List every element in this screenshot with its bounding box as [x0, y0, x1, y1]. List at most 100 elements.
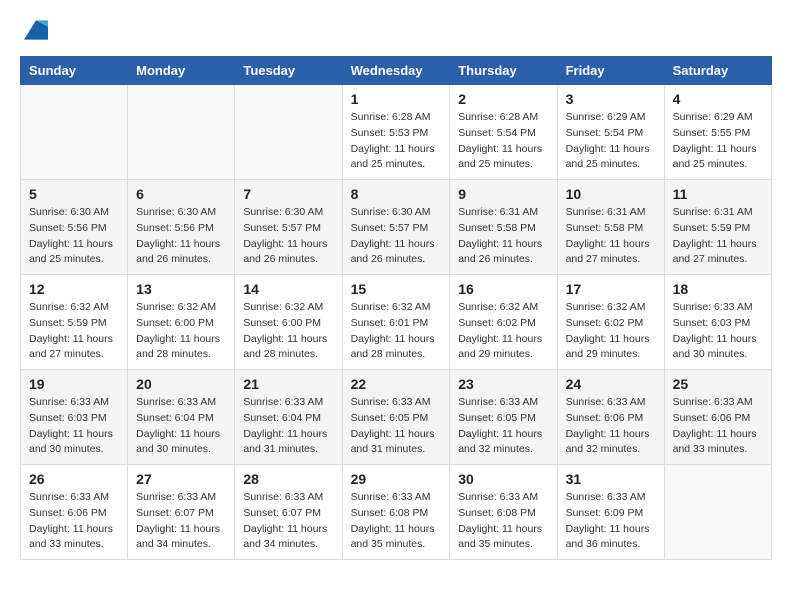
day-info: Sunrise: 6:33 AMSunset: 6:08 PMDaylight:…: [458, 490, 548, 553]
calendar-cell: 20 Sunrise: 6:33 AMSunset: 6:04 PMDayligh…: [128, 370, 235, 465]
day-info: Sunrise: 6:33 AMSunset: 6:08 PMDaylight:…: [351, 490, 442, 553]
day-number: 10: [566, 186, 656, 202]
calendar-cell: 12 Sunrise: 6:32 AMSunset: 5:59 PMDayligh…: [21, 275, 128, 370]
day-number: 12: [29, 281, 119, 297]
day-info: Sunrise: 6:28 AMSunset: 5:53 PMDaylight:…: [351, 110, 442, 173]
day-info: Sunrise: 6:32 AMSunset: 6:02 PMDaylight:…: [458, 300, 548, 363]
day-number: 20: [136, 376, 226, 392]
calendar-week-2: 5 Sunrise: 6:30 AMSunset: 5:56 PMDaylight…: [21, 180, 772, 275]
calendar-cell: 1 Sunrise: 6:28 AMSunset: 5:53 PMDaylight…: [342, 85, 450, 180]
day-info: Sunrise: 6:29 AMSunset: 5:55 PMDaylight:…: [673, 110, 763, 173]
weekday-header-sunday: Sunday: [21, 57, 128, 85]
calendar-cell: 15 Sunrise: 6:32 AMSunset: 6:01 PMDayligh…: [342, 275, 450, 370]
calendar-cell: 26Sunrise: 6:33 AMSunset: 6:06 PMDayligh…: [21, 465, 128, 560]
day-info: Sunrise: 6:33 AMSunset: 6:06 PMDaylight:…: [673, 395, 763, 458]
calendar-cell: 2Sunrise: 6:28 AMSunset: 5:54 PMDaylight…: [450, 85, 557, 180]
calendar-cell: [21, 85, 128, 180]
day-info: Sunrise: 6:31 AMSunset: 5:58 PMDaylight:…: [458, 205, 548, 268]
day-info: Sunrise: 6:33 AMSunset: 6:03 PMDaylight:…: [29, 395, 119, 458]
day-info: Sunrise: 6:32 AMSunset: 6:00 PMDaylight:…: [136, 300, 226, 363]
day-number: 11: [673, 186, 763, 202]
day-info: Sunrise: 6:33 AMSunset: 6:03 PMDaylight:…: [673, 300, 763, 363]
calendar-cell: 29 Sunrise: 6:33 AMSunset: 6:08 PMDayligh…: [342, 465, 450, 560]
calendar-cell: 9 Sunrise: 6:31 AMSunset: 5:58 PMDaylight…: [450, 180, 557, 275]
day-info: Sunrise: 6:29 AMSunset: 5:54 PMDaylight:…: [566, 110, 656, 173]
calendar-cell: 11 Sunrise: 6:31 AMSunset: 5:59 PMDayligh…: [664, 180, 771, 275]
day-info: Sunrise: 6:33 AMSunset: 6:07 PMDaylight:…: [243, 490, 333, 553]
day-number: 15: [351, 281, 442, 297]
day-number: 9: [458, 186, 548, 202]
calendar-cell: [235, 85, 342, 180]
day-info: Sunrise: 6:31 AMSunset: 5:58 PMDaylight:…: [566, 205, 656, 268]
day-number: 28: [243, 471, 333, 487]
calendar-cell: 31Sunrise: 6:33 AMSunset: 6:09 PMDayligh…: [557, 465, 664, 560]
day-number: 5: [29, 186, 119, 202]
day-number: 3: [566, 91, 656, 107]
day-info: Sunrise: 6:30 AMSunset: 5:56 PMDaylight:…: [29, 205, 119, 268]
calendar-cell: 19 Sunrise: 6:33 AMSunset: 6:03 PMDayligh…: [21, 370, 128, 465]
calendar-cell: 23 Sunrise: 6:33 AMSunset: 6:05 PMDayligh…: [450, 370, 557, 465]
day-number: 16: [458, 281, 548, 297]
calendar-cell: 7 Sunrise: 6:30 AMSunset: 5:57 PMDaylight…: [235, 180, 342, 275]
day-number: 1: [351, 91, 442, 107]
day-number: 25: [673, 376, 763, 392]
day-info: Sunrise: 6:32 AMSunset: 6:02 PMDaylight:…: [566, 300, 656, 363]
day-number: 30: [458, 471, 548, 487]
day-number: 6: [136, 186, 226, 202]
weekday-header-wednesday: Wednesday: [342, 57, 450, 85]
calendar-week-1: 1 Sunrise: 6:28 AMSunset: 5:53 PMDaylight…: [21, 85, 772, 180]
calendar-week-3: 12 Sunrise: 6:32 AMSunset: 5:59 PMDayligh…: [21, 275, 772, 370]
day-number: 19: [29, 376, 119, 392]
day-number: 13: [136, 281, 226, 297]
day-info: Sunrise: 6:33 AMSunset: 6:05 PMDaylight:…: [351, 395, 442, 458]
weekday-header-saturday: Saturday: [664, 57, 771, 85]
calendar-cell: 16 Sunrise: 6:32 AMSunset: 6:02 PMDayligh…: [450, 275, 557, 370]
day-number: 18: [673, 281, 763, 297]
day-number: 29: [351, 471, 442, 487]
weekday-header-thursday: Thursday: [450, 57, 557, 85]
day-info: Sunrise: 6:28 AMSunset: 5:54 PMDaylight:…: [458, 110, 548, 173]
day-number: 23: [458, 376, 548, 392]
day-info: Sunrise: 6:33 AMSunset: 6:04 PMDaylight:…: [243, 395, 333, 458]
day-info: Sunrise: 6:32 AMSunset: 6:01 PMDaylight:…: [351, 300, 442, 363]
day-info: Sunrise: 6:30 AMSunset: 5:57 PMDaylight:…: [243, 205, 333, 268]
calendar-cell: 24Sunrise: 6:33 AMSunset: 6:06 PMDayligh…: [557, 370, 664, 465]
logo: [20, 20, 48, 40]
calendar-cell: 17 Sunrise: 6:32 AMSunset: 6:02 PMDayligh…: [557, 275, 664, 370]
day-number: 31: [566, 471, 656, 487]
calendar: SundayMondayTuesdayWednesdayThursdayFrid…: [20, 56, 772, 560]
calendar-cell: 3 Sunrise: 6:29 AMSunset: 5:54 PMDaylight…: [557, 85, 664, 180]
day-info: Sunrise: 6:30 AMSunset: 5:56 PMDaylight:…: [136, 205, 226, 268]
calendar-cell: [664, 465, 771, 560]
day-number: 7: [243, 186, 333, 202]
day-number: 26: [29, 471, 119, 487]
day-number: 21: [243, 376, 333, 392]
calendar-body: 1 Sunrise: 6:28 AMSunset: 5:53 PMDaylight…: [21, 85, 772, 560]
day-info: Sunrise: 6:32 AMSunset: 6:00 PMDaylight:…: [243, 300, 333, 363]
day-number: 4: [673, 91, 763, 107]
calendar-cell: 27Sunrise: 6:33 AMSunset: 6:07 PMDayligh…: [128, 465, 235, 560]
calendar-week-5: 26Sunrise: 6:33 AMSunset: 6:06 PMDayligh…: [21, 465, 772, 560]
calendar-cell: 14 Sunrise: 6:32 AMSunset: 6:00 PMDayligh…: [235, 275, 342, 370]
day-info: Sunrise: 6:33 AMSunset: 6:04 PMDaylight:…: [136, 395, 226, 458]
calendar-cell: 25 Sunrise: 6:33 AMSunset: 6:06 PMDayligh…: [664, 370, 771, 465]
logo-icon: [24, 20, 48, 40]
day-number: 8: [351, 186, 442, 202]
calendar-cell: 30 Sunrise: 6:33 AMSunset: 6:08 PMDayligh…: [450, 465, 557, 560]
day-info: Sunrise: 6:33 AMSunset: 6:06 PMDaylight:…: [566, 395, 656, 458]
day-number: 17: [566, 281, 656, 297]
day-number: 22: [351, 376, 442, 392]
day-number: 27: [136, 471, 226, 487]
calendar-cell: 21 Sunrise: 6:33 AMSunset: 6:04 PMDayligh…: [235, 370, 342, 465]
calendar-cell: [128, 85, 235, 180]
day-info: Sunrise: 6:31 AMSunset: 5:59 PMDaylight:…: [673, 205, 763, 268]
calendar-cell: 6 Sunrise: 6:30 AMSunset: 5:56 PMDaylight…: [128, 180, 235, 275]
calendar-cell: 18 Sunrise: 6:33 AMSunset: 6:03 PMDayligh…: [664, 275, 771, 370]
day-info: Sunrise: 6:32 AMSunset: 5:59 PMDaylight:…: [29, 300, 119, 363]
page-header: [20, 20, 772, 40]
calendar-cell: 10 Sunrise: 6:31 AMSunset: 5:58 PMDayligh…: [557, 180, 664, 275]
day-info: Sunrise: 6:33 AMSunset: 6:05 PMDaylight:…: [458, 395, 548, 458]
day-number: 14: [243, 281, 333, 297]
calendar-cell: 28 Sunrise: 6:33 AMSunset: 6:07 PMDayligh…: [235, 465, 342, 560]
calendar-week-4: 19 Sunrise: 6:33 AMSunset: 6:03 PMDayligh…: [21, 370, 772, 465]
